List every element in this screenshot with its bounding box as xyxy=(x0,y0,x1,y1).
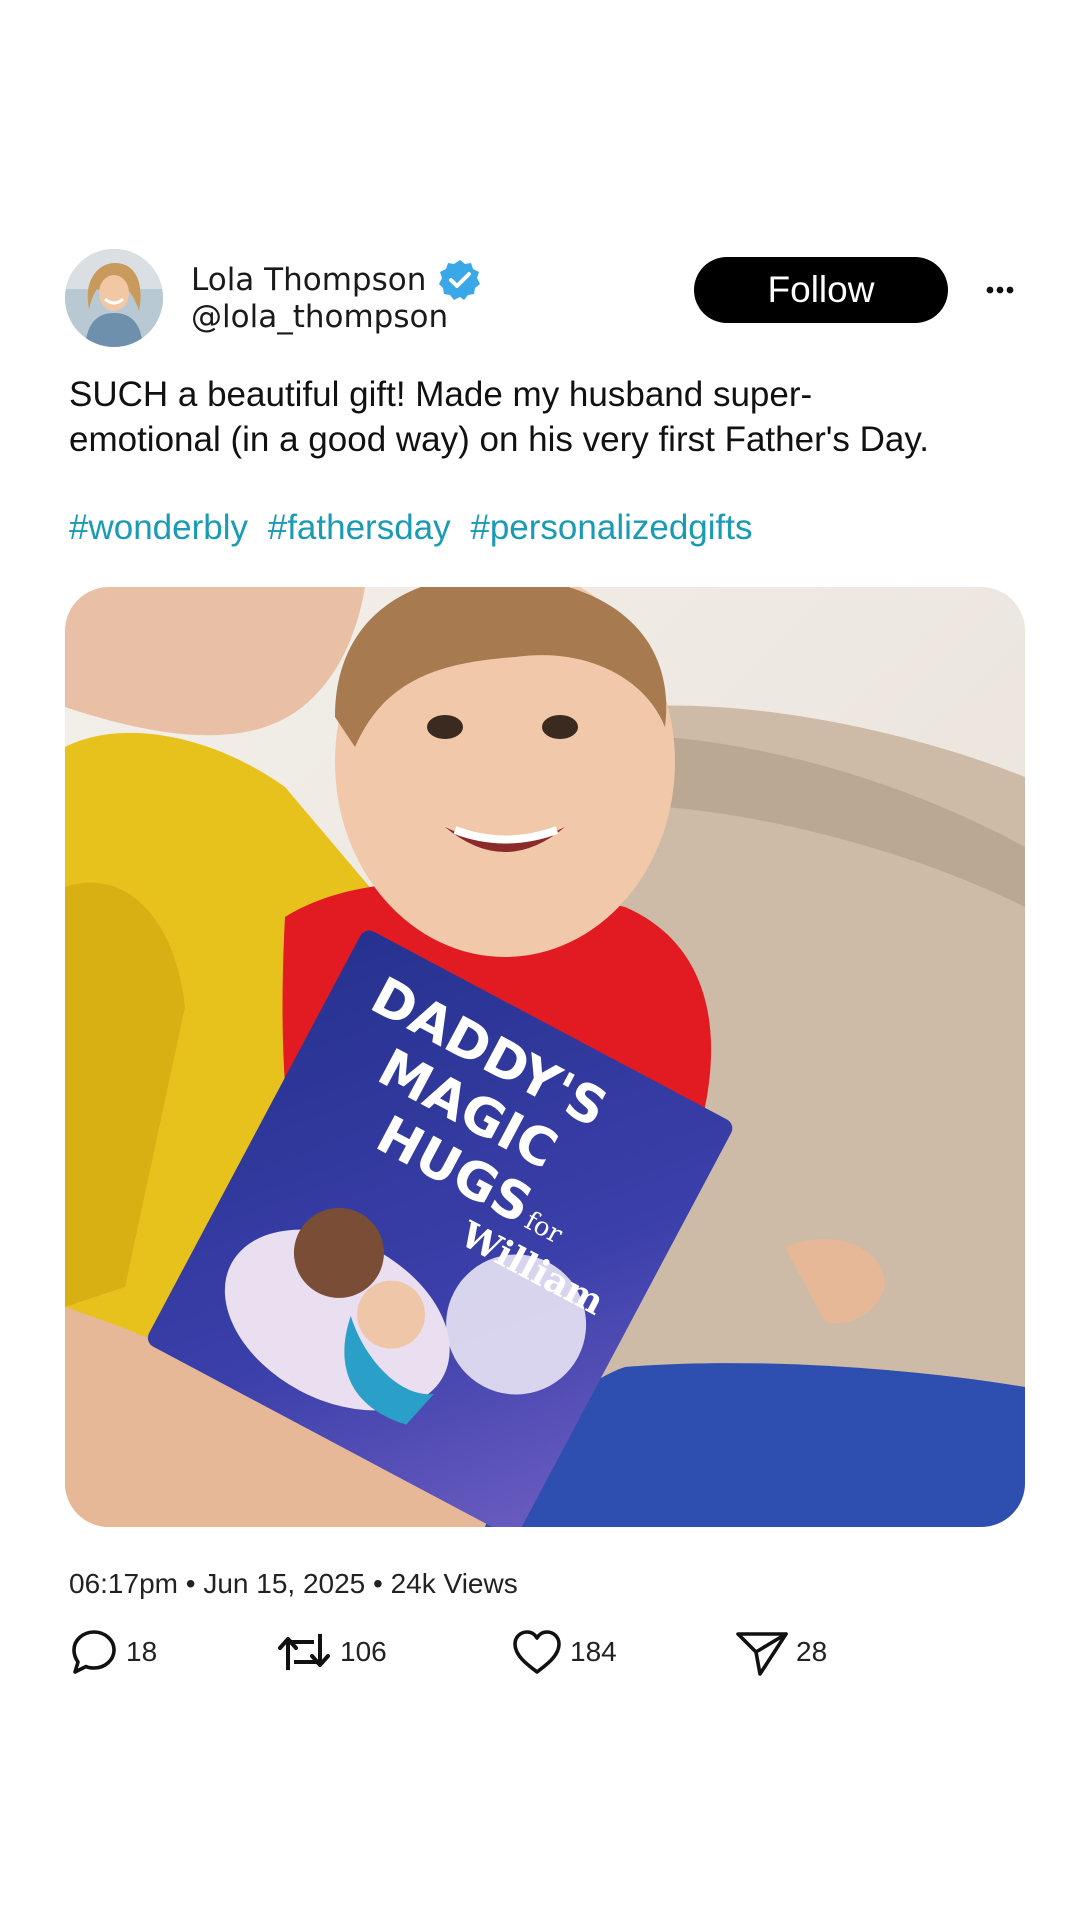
verified-badge-icon xyxy=(439,260,481,300)
reply-icon xyxy=(72,1630,116,1674)
hashtag-link[interactable]: #wonderbly xyxy=(69,508,248,547)
post-photo[interactable]: DADDY'S MAGIC HUGS for William xyxy=(65,587,1025,1527)
share-button[interactable]: 28 xyxy=(734,1624,827,1680)
share-count: 28 xyxy=(796,1636,828,1667)
send-icon xyxy=(736,1632,788,1676)
reply-count: 18 xyxy=(126,1636,158,1667)
post-timestamp-views: 06:17pm • Jun 15, 2025 • 24k Views xyxy=(69,1568,518,1599)
action-bar: 18 106 184 28 xyxy=(68,1624,968,1680)
heart-icon xyxy=(513,1630,561,1674)
follow-button[interactable]: Follow xyxy=(694,257,948,323)
more-options-icon[interactable] xyxy=(984,276,1016,304)
author-handle[interactable]: @lola_thompson xyxy=(191,297,448,337)
post-text-line: emotional (in a good way) on his very fi… xyxy=(69,420,929,459)
photo-illustration: DADDY'S MAGIC HUGS for William xyxy=(65,587,1025,1527)
hashtag-link[interactable]: #fathersday xyxy=(268,508,451,547)
repost-icon xyxy=(278,1634,330,1670)
reply-button[interactable]: 18 xyxy=(68,1624,157,1680)
like-count: 184 xyxy=(570,1636,617,1667)
post-text: SUCH a beautiful gift! Made my husband s… xyxy=(69,372,1049,462)
avatar[interactable] xyxy=(65,249,163,347)
post-text-line: SUCH a beautiful gift! Made my husband s… xyxy=(69,375,813,414)
post-card: Lola Thompson @lola_thompson Follow SUCH… xyxy=(0,0,1080,1920)
hashtags: #wonderbly #fathersday #personalizedgift… xyxy=(69,505,763,550)
repost-count: 106 xyxy=(340,1636,387,1667)
author-name-text[interactable]: Lola Thompson xyxy=(191,260,426,300)
repost-button[interactable]: 106 xyxy=(274,1624,387,1680)
hashtag-link[interactable]: #personalizedgifts xyxy=(470,508,752,547)
like-button[interactable]: 184 xyxy=(510,1624,617,1680)
author-name[interactable]: Lola Thompson xyxy=(191,258,482,302)
